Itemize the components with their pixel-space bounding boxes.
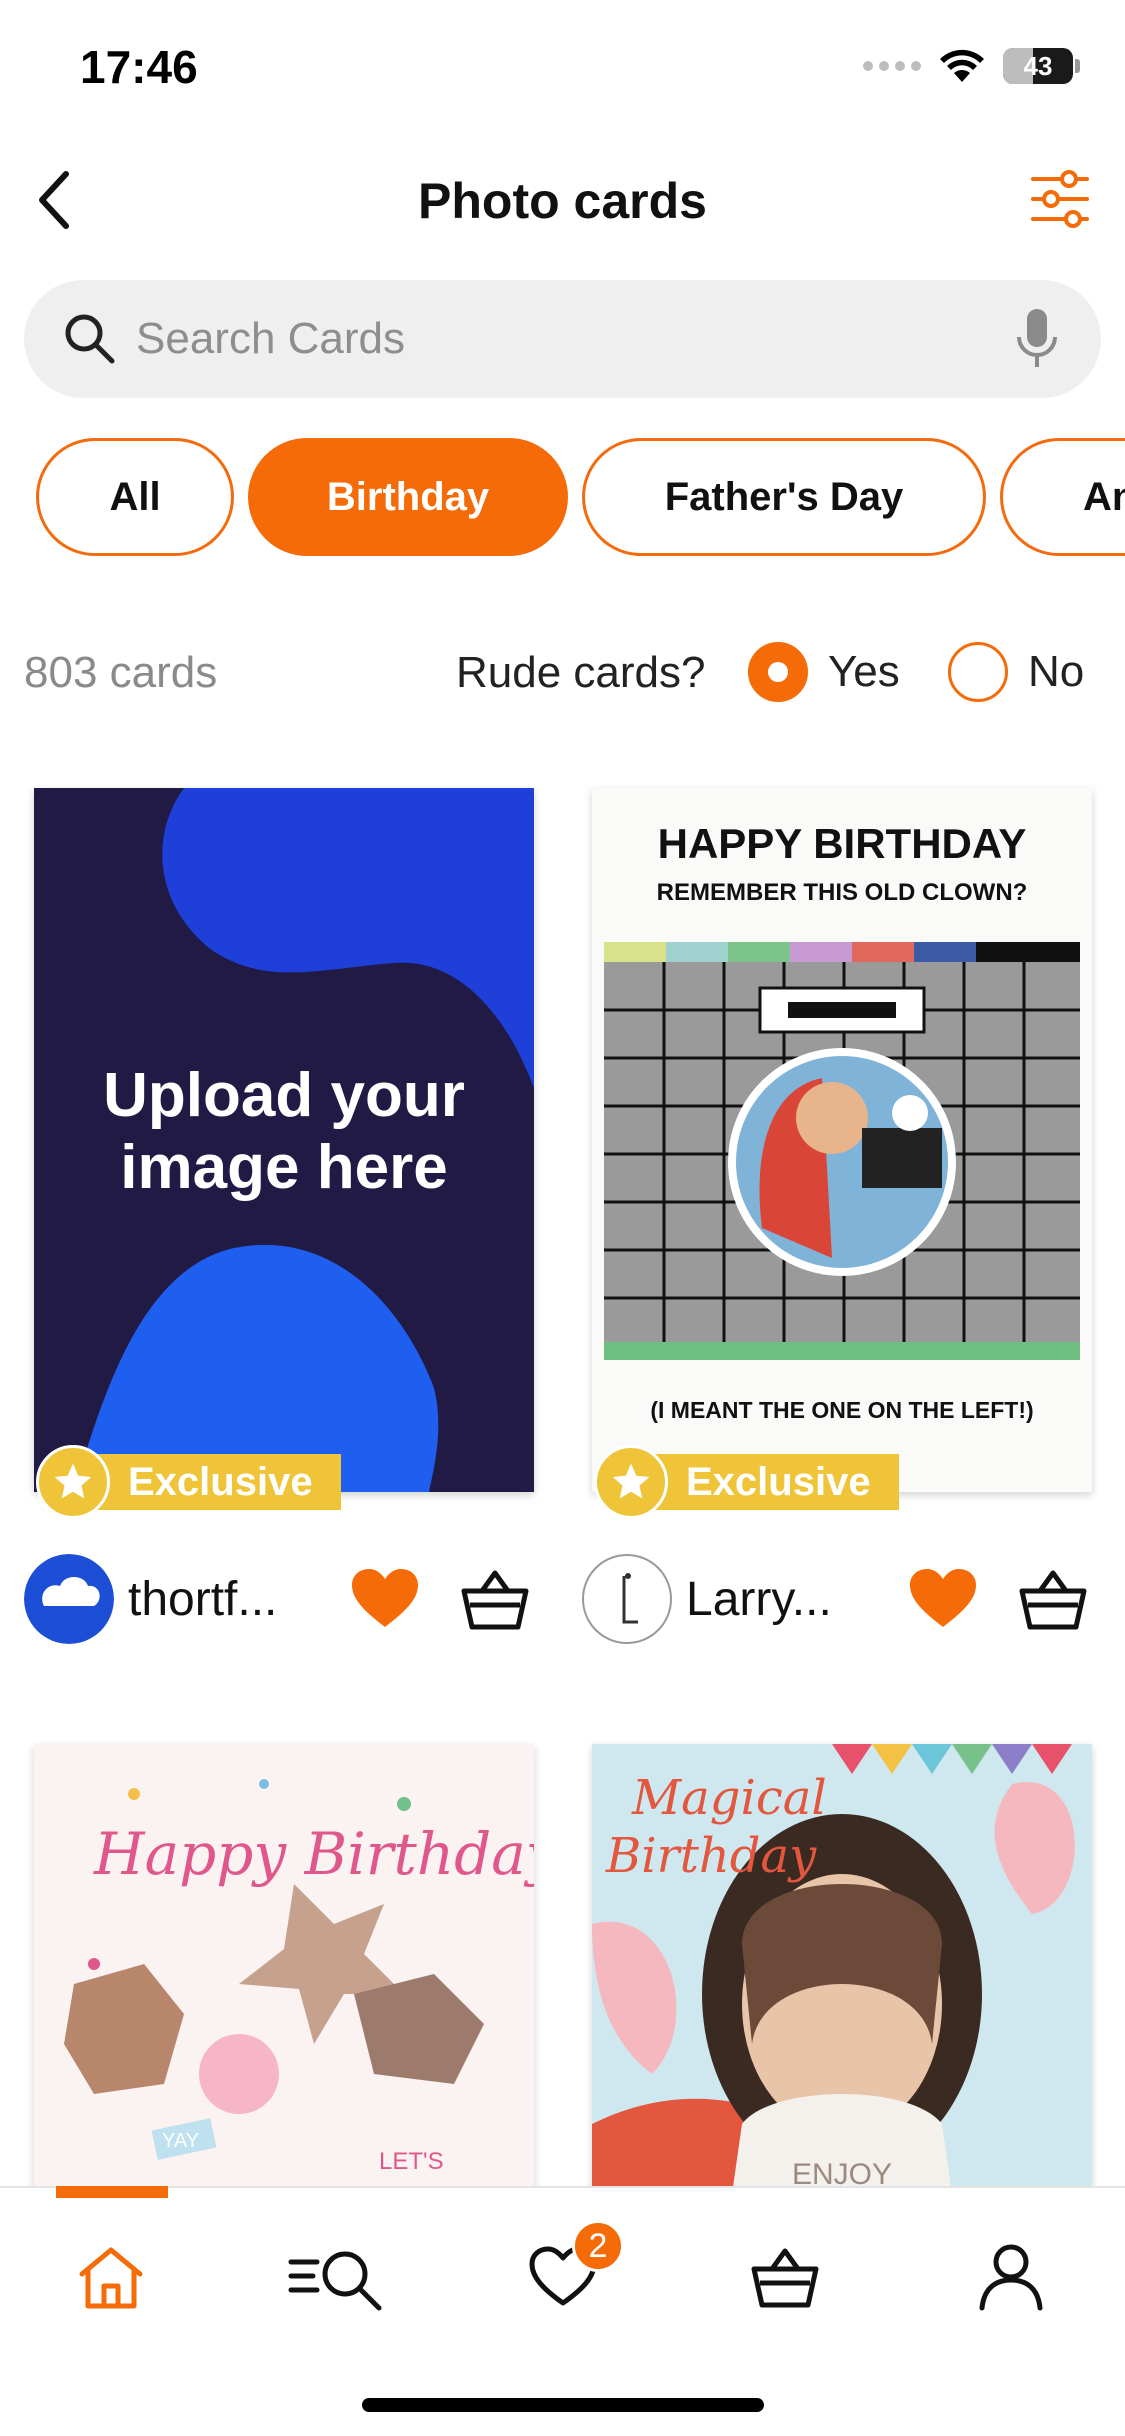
battery-indicator: 43 bbox=[1003, 48, 1080, 84]
test-card-bottom-bar bbox=[604, 1342, 1080, 1360]
badge-label: Exclusive bbox=[648, 1454, 899, 1510]
exclusive-badge: Exclusive bbox=[36, 1445, 341, 1519]
card-script-title-1: Magical bbox=[631, 1770, 827, 1826]
battery-tip bbox=[1075, 59, 1080, 73]
avatar[interactable] bbox=[24, 1554, 114, 1644]
screen: 17:46 43 Photo cards Search Cards All Bi… bbox=[0, 0, 1125, 2436]
portrait-board bbox=[862, 1128, 942, 1188]
exclusive-badge: Exclusive bbox=[594, 1445, 899, 1519]
chip-all[interactable]: All bbox=[36, 438, 234, 556]
card-image[interactable]: Happy Birthday YAY LET'S bbox=[34, 1744, 534, 2194]
page-title: Photo cards bbox=[418, 173, 707, 229]
category-chips: All Birthday Father's Day An bbox=[36, 438, 1125, 558]
card-count: 803 cards bbox=[24, 648, 218, 697]
collage-yay-text: YAY bbox=[162, 2130, 199, 2152]
card-footer-text: (I MEANT THE ONE ON THE LEFT!) bbox=[650, 1397, 1033, 1423]
card-artwork: Upload your image here bbox=[34, 788, 534, 1492]
nav-browse[interactable] bbox=[284, 2232, 394, 2322]
rude-cards-label: Rude cards? bbox=[456, 648, 706, 697]
card-image[interactable]: HAPPY BIRTHDAY REMEMBER THIS OLD CLOWN? bbox=[592, 788, 1092, 1492]
nav-account[interactable] bbox=[966, 2232, 1056, 2322]
basket-icon[interactable] bbox=[460, 1567, 530, 1631]
card-upload-line2: image here bbox=[120, 1133, 447, 1202]
browse-search-icon bbox=[288, 2251, 382, 2311]
card-artwork: HAPPY BIRTHDAY REMEMBER THIS OLD CLOWN? bbox=[592, 788, 1092, 1492]
search-bar[interactable] bbox=[24, 280, 1101, 398]
nav-home[interactable] bbox=[66, 2232, 156, 2322]
rude-no-radio[interactable]: No bbox=[948, 642, 1084, 702]
clown-face bbox=[892, 1095, 928, 1131]
home-icon bbox=[79, 2247, 143, 2309]
favourites-count-badge: 2 bbox=[572, 2220, 624, 2272]
account-icon bbox=[979, 2244, 1043, 2311]
star-icon bbox=[594, 1445, 668, 1519]
favourite-heart-icon[interactable] bbox=[350, 1567, 420, 1631]
status-icons: 43 bbox=[863, 48, 1080, 84]
card-happy-birthday-collage[interactable]: Happy Birthday YAY LET'S bbox=[34, 1744, 534, 2194]
card-old-clown[interactable]: HAPPY BIRTHDAY REMEMBER THIS OLD CLOWN? bbox=[582, 788, 1092, 1688]
cellular-signal-icon bbox=[863, 61, 921, 71]
status-time: 17:46 bbox=[80, 41, 198, 93]
search-icon bbox=[65, 314, 115, 364]
test-card-colour-bars bbox=[604, 942, 1080, 962]
nav-active-indicator bbox=[56, 2186, 168, 2198]
basket-icon bbox=[751, 2248, 819, 2308]
badge-label: Exclusive bbox=[90, 1454, 341, 1510]
nav-favourites[interactable]: 2 bbox=[518, 2220, 624, 2322]
card-meta: Larry... bbox=[582, 1554, 1122, 1644]
card-image[interactable]: ENJOY Magical Birthday bbox=[592, 1744, 1092, 2194]
nav-basket[interactable] bbox=[740, 2232, 830, 2322]
home-indicator[interactable] bbox=[362, 2398, 764, 2412]
card-script-title: Happy Birthday bbox=[93, 1820, 534, 1888]
card-artwork: ENJOY Magical Birthday bbox=[592, 1744, 1092, 2194]
avatar[interactable] bbox=[582, 1554, 672, 1644]
favourite-heart-icon[interactable] bbox=[908, 1567, 978, 1631]
card-image[interactable]: Upload your image here bbox=[34, 788, 534, 1492]
rude-yes-radio[interactable]: Yes bbox=[748, 642, 900, 702]
radio-yes-circle bbox=[748, 642, 808, 702]
microphone-icon[interactable] bbox=[1015, 307, 1059, 371]
card-subtitle-text: REMEMBER THIS OLD CLOWN? bbox=[657, 879, 1028, 906]
portrait-face bbox=[796, 1082, 868, 1154]
radio-no-label: No bbox=[1028, 647, 1085, 696]
search-input[interactable] bbox=[136, 314, 1015, 364]
card-upload-line1: Upload your bbox=[103, 1061, 465, 1130]
header: Photo cards bbox=[0, 150, 1125, 250]
battery-level: 43 bbox=[1023, 50, 1053, 81]
chip-birthday[interactable]: Birthday bbox=[248, 438, 568, 556]
filter-button[interactable] bbox=[1025, 164, 1095, 234]
wifi-icon bbox=[940, 49, 984, 82]
collage-firework bbox=[199, 2034, 279, 2114]
card-magical-birthday[interactable]: ENJOY Magical Birthday bbox=[592, 1744, 1092, 2194]
test-card-bar bbox=[788, 1002, 896, 1018]
status-bar: 17:46 43 bbox=[0, 0, 1125, 140]
card-artwork: Happy Birthday YAY LET'S bbox=[34, 1744, 534, 2194]
author-name[interactable]: thortf... bbox=[128, 1572, 298, 1627]
card-meta: thortf... bbox=[24, 1554, 564, 1644]
card-title-text: HAPPY BIRTHDAY bbox=[658, 820, 1027, 867]
radio-no-circle bbox=[948, 642, 1008, 702]
card-upload-image[interactable]: Upload your image here Exclusive thortf.… bbox=[24, 788, 534, 1688]
battery-icon: 43 bbox=[1003, 48, 1073, 84]
basket-icon[interactable] bbox=[1018, 1567, 1088, 1631]
chip-fathers-day[interactable]: Father's Day bbox=[582, 438, 986, 556]
chip-an[interactable]: An bbox=[1000, 438, 1125, 556]
card-script-title-2: Birthday bbox=[605, 1828, 817, 1884]
star-icon bbox=[36, 1445, 110, 1519]
collage-lets-text: LET'S bbox=[379, 2148, 444, 2175]
sliders-icon bbox=[1031, 170, 1089, 228]
author-name[interactable]: Larry... bbox=[686, 1572, 856, 1627]
radio-yes-label: Yes bbox=[828, 647, 900, 696]
